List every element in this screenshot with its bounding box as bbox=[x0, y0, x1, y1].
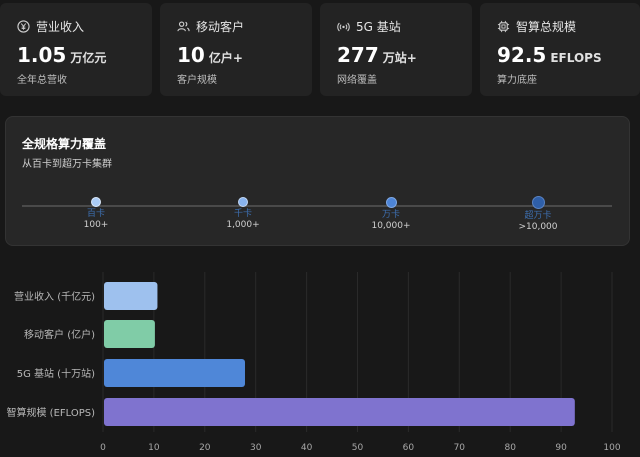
coverage-dot bbox=[238, 197, 248, 207]
stat-cards: 营业收入 1.05 万亿元 全年总营收 移动客户 10 亿户+ 客户规模 5G … bbox=[0, 3, 640, 96]
category-label: 5G 基站 (十万站) bbox=[17, 367, 95, 380]
stat-unit: 万亿元 bbox=[70, 51, 107, 65]
coverage-dot bbox=[385, 197, 397, 208]
metrics-bar-chart: 0 10 20 30 40 50 60 70 80 90 100 营业收入 (千亿元) 移动客户 (亿户… bbox=[0, 270, 640, 457]
bar bbox=[104, 398, 575, 426]
coverage-stop-count: 100+ bbox=[83, 220, 109, 230]
coverage-dot bbox=[91, 197, 101, 207]
category-label: 移动客户 (亿户) bbox=[24, 328, 95, 341]
signal-icon bbox=[337, 22, 350, 32]
stat-caption: 网络覆盖 bbox=[337, 75, 377, 86]
bar-chart-svg: 0 10 20 30 40 50 60 70 80 90 100 营业收入 (千亿元) 移动客户 (亿户… bbox=[6, 272, 621, 453]
stat-label: 智算总规模 bbox=[516, 20, 577, 34]
stat-value: 92.5 bbox=[497, 43, 547, 67]
stat-card-customers: 移动客户 10 亿户+ 客户规模 bbox=[160, 3, 312, 96]
users-icon bbox=[177, 21, 190, 32]
stat-unit: 万站+ bbox=[382, 51, 417, 65]
category-label: 营业收入 (千亿元) bbox=[14, 290, 95, 303]
x-tick-label: 70 bbox=[454, 443, 466, 453]
stat-value: 10 bbox=[177, 43, 205, 67]
bar bbox=[104, 359, 245, 387]
x-tick-label: 30 bbox=[250, 443, 262, 453]
coverage-stop-name: 超万卡 bbox=[524, 211, 552, 221]
chip-icon bbox=[497, 20, 510, 33]
stat-caption: 算力底座 bbox=[497, 75, 537, 86]
coverage-stop-over-10000[interactable]: 超万卡 >10,000 bbox=[498, 196, 578, 233]
coverage-stop-name: 万卡 bbox=[381, 210, 400, 220]
stat-caption: 全年总营收 bbox=[17, 75, 67, 86]
coverage-panel: 全规格算力覆盖 从百卡到超万卡集群 百卡 100+ 千卡 1,000+ 万卡 1… bbox=[5, 116, 630, 246]
coverage-stop-count: 10,000+ bbox=[371, 221, 411, 231]
x-tick-label: 60 bbox=[403, 443, 415, 453]
stat-label: 5G 基站 bbox=[356, 20, 401, 34]
stat-card-compute: 智算总规模 92.5 EFLOPS 算力底座 bbox=[480, 3, 640, 96]
coverage-stop-100[interactable]: 百卡 100+ bbox=[56, 197, 136, 231]
stat-card-revenue: 营业收入 1.05 万亿元 全年总营收 bbox=[0, 3, 152, 96]
stat-card-5g: 5G 基站 277 万站+ 网络覆盖 bbox=[320, 3, 472, 96]
x-tick-label: 50 bbox=[352, 443, 364, 453]
stat-unit: EFLOPS bbox=[550, 51, 602, 65]
coverage-stop-10000[interactable]: 万卡 10,000+ bbox=[351, 197, 431, 232]
x-tick-label: 90 bbox=[555, 443, 567, 453]
yuan-icon bbox=[17, 20, 30, 33]
x-tick-label: 20 bbox=[199, 443, 211, 453]
stat-label: 营业收入 bbox=[36, 20, 85, 34]
coverage-stop-name: 百卡 bbox=[86, 209, 105, 219]
coverage-dot bbox=[531, 196, 545, 209]
x-tick-label: 80 bbox=[504, 443, 516, 453]
coverage-stop-name: 千卡 bbox=[233, 209, 252, 219]
x-tick-label: 40 bbox=[301, 443, 313, 453]
stat-value: 277 bbox=[337, 43, 379, 67]
coverage-stop-count: 1,000+ bbox=[226, 220, 260, 230]
category-label: 智算规模 (EFLOPS) bbox=[6, 406, 95, 419]
coverage-stop-count: >10,000 bbox=[518, 222, 558, 232]
x-tick-label: 10 bbox=[148, 443, 160, 453]
stat-value: 1.05 bbox=[17, 43, 67, 67]
stat-unit: 亿户+ bbox=[208, 51, 243, 65]
coverage-title: 全规格算力覆盖 bbox=[22, 137, 107, 151]
coverage-stop-1000[interactable]: 千卡 1,000+ bbox=[203, 197, 283, 231]
bar bbox=[104, 282, 158, 310]
x-tick-label: 0 bbox=[100, 443, 106, 453]
stat-label: 移动客户 bbox=[196, 20, 245, 34]
stat-caption: 客户规模 bbox=[177, 75, 217, 86]
bar bbox=[104, 320, 155, 348]
x-tick-label: 100 bbox=[603, 443, 620, 453]
coverage-subtitle: 从百卡到超万卡集群 bbox=[22, 159, 112, 170]
